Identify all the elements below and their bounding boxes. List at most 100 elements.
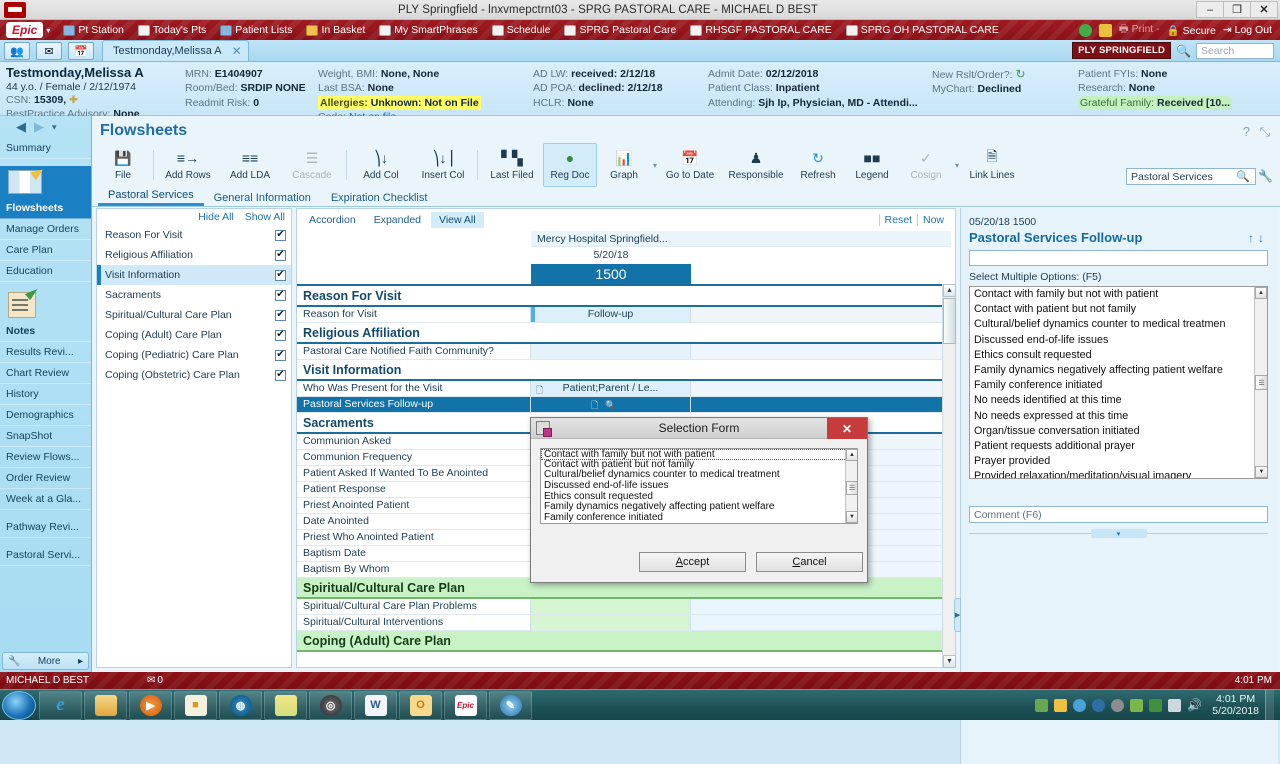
scrollbar-thumb[interactable] xyxy=(943,298,956,344)
group-checkbox[interactable]: ✔ xyxy=(275,330,286,341)
scroll-down-icon[interactable]: ▼ xyxy=(943,655,956,668)
multi-select-options-list[interactable]: Contact with family but not with patient… xyxy=(969,286,1268,479)
sidebar-item-review-flowsheets[interactable]: Review Flows... xyxy=(0,447,91,468)
menu-item-sprg-oh-pastoral-care[interactable]: SPRG OH PASTORAL CARE xyxy=(839,20,1006,40)
close-window-button[interactable]: ✕ xyxy=(1250,1,1278,18)
volume-icon[interactable]: 🔊 xyxy=(1187,698,1202,712)
table-row[interactable]: Spiritual/Cultural Interventions xyxy=(297,615,942,631)
table-row[interactable]: Reason for Visit Follow-up xyxy=(297,307,942,323)
menu-item-todays-pts[interactable]: Today's Pts xyxy=(131,20,213,40)
sidebar-item-snapshot[interactable]: SnapShot xyxy=(0,426,91,447)
group-row-coping-obstetric-care-plan[interactable]: Coping (Obstetric) Care Plan ✔ xyxy=(97,365,291,385)
patient-workspace-tab[interactable]: Testmonday,Melissa A ✕ xyxy=(102,40,249,61)
row-extra-cell[interactable] xyxy=(691,307,942,322)
group-row-sacraments[interactable]: Sacraments ✔ xyxy=(97,285,291,305)
taskbar-clock[interactable]: 4:01 PM 5/20/2018 xyxy=(1208,693,1259,717)
close-icon[interactable]: ✕ xyxy=(827,418,867,439)
search-icon[interactable]: 🔍 xyxy=(1236,170,1250,183)
column-time-header[interactable]: 1500 xyxy=(531,264,691,284)
display-icon[interactable] xyxy=(1168,699,1181,712)
add-rows-button[interactable]: ≡→ Add Rows xyxy=(157,143,219,187)
add-lda-button[interactable]: ≡≡ Add LDA xyxy=(219,143,281,187)
row-extra-cell[interactable] xyxy=(691,397,942,412)
allergies-line[interactable]: Allergies: Unknown: Not on File xyxy=(318,96,481,110)
menu-item-in-basket[interactable]: In Basket xyxy=(299,20,372,40)
up-arrow-icon[interactable] xyxy=(1035,699,1048,712)
shield-icon[interactable] xyxy=(1130,699,1143,712)
network-icon[interactable] xyxy=(1073,699,1086,712)
note-icon[interactable]: 🗋 xyxy=(536,383,543,398)
secure-button[interactable]: 🔒 Secure xyxy=(1167,24,1216,37)
back-arrow-icon[interactable]: ◀ xyxy=(16,119,26,135)
app-tray-icon[interactable] xyxy=(1149,699,1162,712)
row-value-cell[interactable] xyxy=(531,615,691,630)
responsible-button[interactable]: ♟ Responsible xyxy=(721,143,791,187)
list-item[interactable]: No needs identified at this time xyxy=(970,393,1267,408)
list-item[interactable]: Contact with patient but not family xyxy=(970,302,1267,317)
close-icon[interactable]: ✕ xyxy=(232,44,242,58)
menu-item-pt-station[interactable]: Pt Station xyxy=(56,20,131,40)
outlook-icon[interactable]: O xyxy=(399,691,442,720)
group-row-spiritual-cultural-care-plan[interactable]: Spiritual/Cultural Care Plan ✔ xyxy=(97,305,291,325)
group-checkbox[interactable]: ✔ xyxy=(275,250,286,261)
reset-link[interactable]: Reset xyxy=(879,214,917,226)
menu-item-schedule[interactable]: Schedule xyxy=(485,20,558,40)
sidebar-item-care-plan[interactable]: Care Plan xyxy=(0,240,91,261)
view-expanded-button[interactable]: Expanded xyxy=(366,212,429,228)
sidebar-item-history[interactable]: History xyxy=(0,384,91,405)
globe-tray-icon[interactable] xyxy=(1092,699,1105,712)
help-icon[interactable]: ? xyxy=(1243,124,1250,139)
dialog-list-scrollbar[interactable]: ▲ ☰ ▼ xyxy=(845,449,857,523)
media-player-icon[interactable]: ▶ xyxy=(129,691,172,720)
show-desktop-button[interactable] xyxy=(1265,690,1274,721)
sidebar-item-results-review[interactable]: Results Revi... xyxy=(0,342,91,363)
cancel-button[interactable]: Cancel xyxy=(756,552,863,572)
sidebar-item-order-review[interactable]: Order Review xyxy=(0,468,91,489)
scrollbar-thumb[interactable]: ☰ xyxy=(846,481,858,495)
global-search-input[interactable]: Search xyxy=(1196,43,1274,59)
list-item[interactable]: Family conference initiated xyxy=(970,378,1267,393)
collapse-sidebar-handle[interactable]: ▶ xyxy=(954,598,961,632)
scroll-up-icon[interactable]: ▲ xyxy=(943,284,956,297)
comment-input[interactable]: Comment (F6) xyxy=(969,506,1268,523)
sidebar-item-education[interactable]: Education xyxy=(0,261,91,282)
scroll-down-icon[interactable]: ▼ xyxy=(846,511,858,523)
row-extra-cell[interactable] xyxy=(691,381,942,396)
row-value-cell[interactable]: 🗋 🔍 xyxy=(531,397,691,412)
citrix-icon[interactable]: ◍ xyxy=(219,691,262,720)
tab-expiration-checklist[interactable]: Expiration Checklist xyxy=(321,191,438,206)
sidebar-item-summary[interactable]: Summary xyxy=(0,138,91,159)
notes-tray-icon[interactable] xyxy=(1054,699,1067,712)
table-row[interactable]: Pastoral Services Follow-up 🗋 🔍 xyxy=(297,397,942,413)
graph-dropdown-caret-icon[interactable]: ▾ xyxy=(653,161,657,170)
sidebar-item-notes-icon[interactable] xyxy=(0,289,91,321)
list-item[interactable]: Ethics consult requested xyxy=(970,348,1267,363)
wrench-icon[interactable]: 🔧 xyxy=(1258,169,1273,183)
group-checkbox[interactable]: ✔ xyxy=(275,230,286,241)
row-extra-cell[interactable] xyxy=(691,615,942,630)
forward-arrow-icon[interactable]: ▶ xyxy=(34,119,44,135)
table-row[interactable]: Pastoral Care Notified Faith Community? xyxy=(297,344,942,360)
sidebar-item-notes[interactable]: Notes xyxy=(0,321,91,342)
grateful-family-line[interactable]: Grateful Family: Received [10... xyxy=(1078,96,1232,110)
search-icon[interactable]: 🔍 xyxy=(605,398,616,413)
sidebar-divider-handle[interactable]: ▾ xyxy=(1091,529,1147,538)
sidebar-item-flowsheets[interactable]: Flowsheets xyxy=(0,198,91,219)
windows-start-icon[interactable] xyxy=(2,691,36,720)
minimize-button[interactable]: – xyxy=(1196,1,1224,18)
list-item[interactable]: Family dynamics negatively affecting pat… xyxy=(970,363,1267,378)
row-extra-cell[interactable] xyxy=(691,344,942,359)
row-value-cell[interactable] xyxy=(531,344,691,359)
paint-icon[interactable]: ✎ xyxy=(489,691,532,720)
legend-button[interactable]: ■■ Legend xyxy=(845,143,899,187)
logout-button[interactable]: ⇥ Log Out xyxy=(1223,24,1272,36)
status-mail[interactable]: ✉ 0 xyxy=(147,675,163,686)
menu-item-sprg-pastoral-care[interactable]: SPRG Pastoral Care xyxy=(557,20,683,40)
list-item[interactable]: No needs expressed at this time xyxy=(970,409,1267,424)
cosign-dropdown-caret-icon[interactable]: ▾ xyxy=(955,161,959,170)
sticky-notes-icon[interactable] xyxy=(264,691,307,720)
dialog-options-list[interactable]: Contact with family but not with patient… xyxy=(540,448,858,524)
outlook-mail-icon[interactable]: ■ xyxy=(174,691,217,720)
last-filed-button[interactable]: ▘▚ Last Filed xyxy=(481,143,543,187)
restore-button[interactable]: ❐ xyxy=(1223,1,1251,18)
